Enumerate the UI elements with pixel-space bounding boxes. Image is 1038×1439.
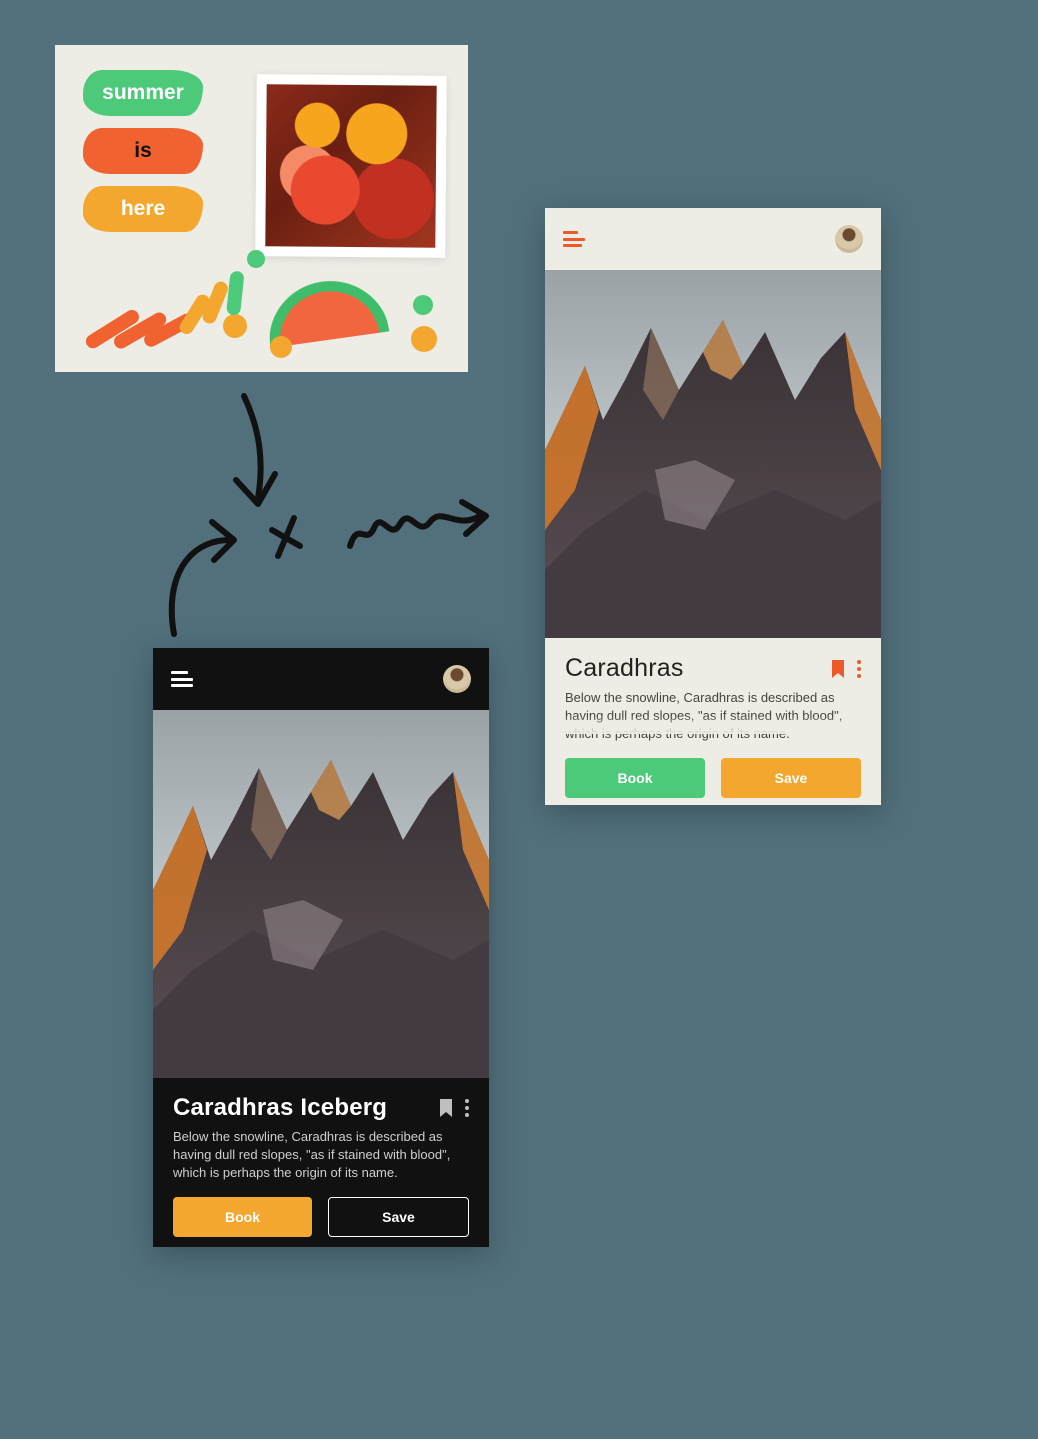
dot-icon: [411, 326, 437, 352]
card-title: Caradhras: [565, 654, 684, 683]
button-row: Book Save: [173, 1197, 469, 1237]
avatar[interactable]: [443, 665, 471, 693]
card-content: Caradhras Iceberg Below the snowline, Ca…: [153, 1078, 489, 1255]
avatar[interactable]: [835, 225, 863, 253]
book-button[interactable]: Book: [173, 1197, 312, 1237]
hamburger-icon[interactable]: [171, 671, 193, 687]
dot-icon: [247, 250, 265, 268]
description-fade: [565, 716, 861, 734]
arrows-sketch-icon: [160, 390, 520, 640]
doodle-area: [85, 250, 445, 360]
card-content: Caradhras Below the snowline, Caradhras …: [545, 638, 881, 816]
summer-word-2: is: [83, 128, 203, 174]
summer-word-3: here: [83, 186, 203, 232]
title-actions: [831, 660, 861, 678]
dot-icon: [223, 314, 247, 338]
summer-word-1: summer: [83, 70, 203, 116]
dot-icon: [413, 295, 433, 315]
save-button[interactable]: Save: [328, 1197, 469, 1237]
title-row: Caradhras Iceberg: [173, 1094, 469, 1122]
app-header: [545, 208, 881, 270]
book-button[interactable]: Book: [565, 758, 705, 798]
summer-labels: summer is here: [83, 70, 203, 244]
hero-image: [545, 270, 881, 638]
stroke-icon: [226, 271, 245, 316]
app-header: [153, 648, 489, 710]
summer-graphic-card: summer is here: [55, 45, 468, 372]
bookmark-icon[interactable]: [831, 660, 845, 678]
card-title: Caradhras Iceberg: [173, 1094, 387, 1122]
fruit-photo-frame: [255, 74, 447, 258]
sketch-connectors: [160, 390, 520, 640]
title-actions: [439, 1099, 469, 1117]
title-row: Caradhras: [565, 654, 861, 683]
kebab-icon[interactable]: [465, 1099, 469, 1117]
hero-image: [153, 710, 489, 1078]
bookmark-icon[interactable]: [439, 1099, 453, 1117]
fruit-photo: [265, 84, 436, 247]
save-button[interactable]: Save: [721, 758, 861, 798]
kebab-icon[interactable]: [857, 660, 861, 678]
phone-mockup-light: Caradhras Below the snowline, Caradhras …: [545, 208, 881, 805]
hamburger-icon[interactable]: [563, 231, 585, 247]
card-description: Below the snowline, Caradhras is describ…: [173, 1128, 469, 1183]
button-row: Book Save: [565, 758, 861, 798]
dot-icon: [270, 336, 292, 358]
phone-mockup-dark: Caradhras Iceberg Below the snowline, Ca…: [153, 648, 489, 1247]
